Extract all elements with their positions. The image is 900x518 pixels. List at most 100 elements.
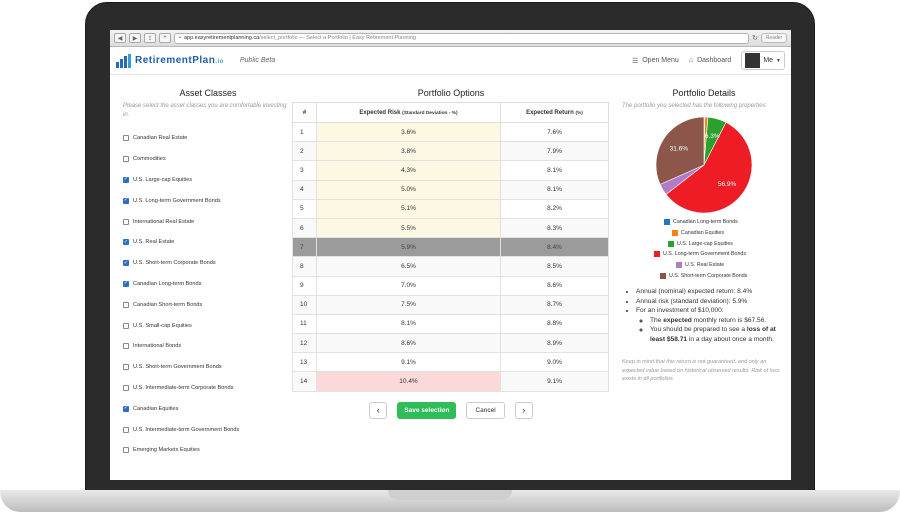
asset-checkbox[interactable]: ✓ [123,405,129,412]
portfolio-row[interactable]: 13 9.1% 9.0% [292,352,609,373]
asset-checkbox[interactable]: ✓ [123,197,129,204]
legend-item: U.S. Real Estate [654,260,786,271]
asset-label: U.S. Short-term Corporate Bonds [133,260,216,267]
asset-class-item[interactable]: ✓ U.S. Long-term Government Bonds [123,190,293,211]
legend-item: U.S. Short-term Corporate Bonds [654,270,786,281]
cancel-button[interactable]: Cancel [466,401,505,419]
row-number: 2 [292,141,317,162]
portfolio-row[interactable]: 14 10.4% 9.1% [292,371,609,392]
row-number: 4 [292,179,317,200]
row-risk: 5.9% [316,237,501,258]
row-return: 8.8% [500,313,609,335]
portfolio-row[interactable]: 4 5.0% 8.1% [292,179,609,200]
portfolio-row[interactable]: 1 3.6% 7.6% [292,121,609,143]
new-tab-button[interactable]: + [159,33,171,43]
row-number: 10 [292,294,317,315]
address-bar[interactable]: ▪ app.easyretirementplanning.ca /select_… [174,32,750,44]
portfolio-row[interactable]: 11 8.1% 8.8% [292,313,609,335]
asset-class-item[interactable]: U.S. Small-cap Equities [123,315,293,336]
row-risk: 4.3% [316,160,501,181]
row-number: 14 [292,371,317,392]
asset-checkbox[interactable] [123,343,129,350]
portfolio-row[interactable]: 3 4.3% 8.1% [292,160,609,181]
asset-checkbox[interactable]: ✓ [123,280,129,287]
open-menu-label: Open Menu [642,57,679,64]
portfolio-row[interactable]: 7 5.9% 8.4% [292,237,609,258]
annual-risk-item: Annual risk (standard deviation): 5.9% [636,297,786,307]
legend-label: U.S. Short-term Corporate Bonds [669,272,748,279]
asset-checkbox[interactable] [123,156,129,163]
asset-class-item[interactable]: International Real Estate [123,211,293,232]
asset-checkbox[interactable] [123,384,129,391]
beta-label: Public Beta [239,57,276,64]
row-return: 8.3% [500,217,609,239]
logo[interactable]: RetirementPlan.io [116,53,224,68]
open-menu-button[interactable]: ☰ Open Menu [632,57,679,65]
asset-checkbox[interactable]: ✓ [123,260,129,267]
asset-list: Canadian Real Estate Commodities ✓ U.S. Lar… [123,128,293,461]
disclaimer: Keep in mind that this return is not gua… [622,359,780,383]
asset-class-item[interactable]: ✓ U.S. Large-cap Equities [123,170,293,191]
user-menu[interactable]: Me ▼ [741,51,785,70]
asset-class-item[interactable]: ✓ Canadian Equities [123,398,293,419]
pie-data-label: 31.6% [670,146,689,153]
row-risk: 3.8% [316,141,501,162]
portfolio-row[interactable]: 6 5.5% 8.3% [292,217,609,239]
col-return: Expected Return (%) [500,102,609,123]
asset-checkbox[interactable] [123,364,129,371]
legend-item: U.S. Long-term Government Bonds [654,249,786,260]
legend-item: U.S. Large-cap Equities [654,238,786,249]
back-button[interactable]: ◀ [114,33,126,43]
asset-class-item[interactable]: Emerging Markets Equities [123,440,293,461]
legend-swatch [654,251,660,258]
portfolio-row[interactable]: 10 7.5% 8.7% [292,294,609,315]
portfolio-details-panel: Portfolio Details The portfolio you sele… [622,88,786,384]
asset-checkbox[interactable] [123,447,129,454]
asset-checkbox[interactable] [123,426,129,433]
asset-class-item[interactable]: ✓ U.S. Short-term Corporate Bonds [123,253,293,274]
portfolio-row[interactable]: 12 8.6% 8.9% [292,333,609,354]
forward-button[interactable]: ▶ [129,33,141,43]
row-risk: 5.5% [316,217,501,239]
portfolio-row[interactable]: 9 7.0% 8.6% [292,275,609,296]
reload-icon[interactable]: ↻ [752,34,758,42]
asset-checkbox[interactable]: ✓ [123,239,129,246]
asset-class-item[interactable]: U.S. Intermediate-term Government Bonds [123,419,293,440]
asset-class-item[interactable]: Commodities [123,149,293,170]
asset-label: U.S. Small-cap Equities [133,322,192,329]
asset-checkbox[interactable] [123,135,129,142]
share-button[interactable]: ⇪ [144,33,156,43]
asset-class-item[interactable]: ✓ U.S. Real Estate [123,232,293,253]
asset-class-item[interactable]: Canadian Short-term Bonds [123,294,293,315]
asset-class-item[interactable]: International Bonds [123,336,293,357]
row-number: 3 [292,160,317,181]
asset-label: Canadian Long-term Bonds [133,280,202,287]
asset-checkbox[interactable] [123,301,129,308]
portfolio-row[interactable]: 8 6.5% 8.5% [292,256,609,277]
col-number: # [292,102,317,123]
asset-checkbox[interactable] [123,322,129,329]
dashboard-link[interactable]: ⌂ Dashboard [689,57,731,64]
next-button[interactable]: › [514,401,533,419]
row-return: 9.1% [500,371,609,392]
row-number: 9 [292,275,317,296]
asset-checkbox[interactable]: ✓ [123,176,129,183]
asset-label: U.S. Real Estate [133,239,175,246]
legend-swatch [676,262,682,269]
asset-checkbox[interactable] [123,218,129,225]
url-rest: /select_portfolio — Select a Portfolio |… [259,35,416,41]
row-return: 8.1% [500,179,609,200]
asset-label: International Real Estate [133,218,195,225]
asset-class-item[interactable]: U.S. Intermediate-term Corporate Bonds [123,378,293,399]
reader-button[interactable]: Reader [761,33,787,43]
row-return: 8.2% [500,198,609,219]
asset-class-item[interactable]: U.S. Short-term Government Bonds [123,357,293,378]
portfolio-row[interactable]: 2 3.8% 7.9% [292,141,609,162]
asset-class-item[interactable]: ✓ Canadian Long-term Bonds [123,274,293,295]
asset-class-item[interactable]: Canadian Real Estate [123,128,293,149]
asset-label: Canadian Short-term Bonds [133,301,203,308]
portfolio-row[interactable]: 5 5.1% 8.2% [292,198,609,219]
save-selection-button[interactable]: Save selection [397,401,457,419]
row-risk: 6.5% [316,256,501,277]
prev-button[interactable]: ‹ [369,401,388,419]
